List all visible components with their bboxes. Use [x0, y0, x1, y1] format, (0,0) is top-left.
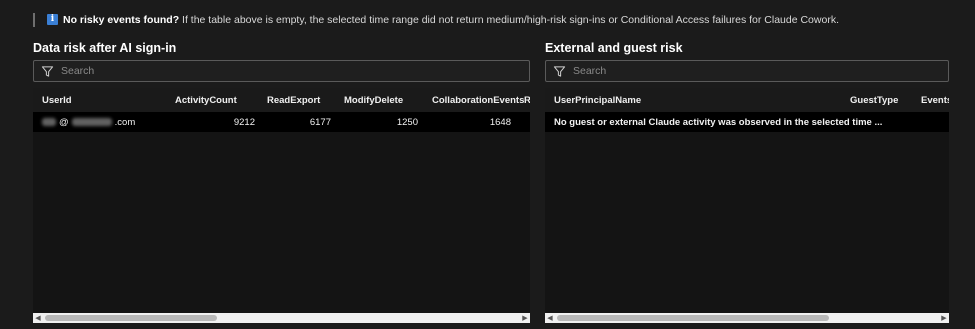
user-domain-suffix: .com	[114, 116, 136, 128]
horizontal-scrollbar[interactable]: ◀ ▶	[545, 313, 949, 323]
cell-userid: @ .com	[42, 112, 135, 132]
data-risk-grid: UserId ActivityCount ReadExport ModifyDe…	[33, 88, 530, 323]
banner-text: No risky events found? If the table abov…	[63, 14, 839, 26]
search-box[interactable]	[33, 60, 530, 82]
grid-header: UserId ActivityCount ReadExport ModifyDe…	[33, 88, 530, 112]
info-icon: i	[47, 14, 58, 25]
cell-readexport: 6177	[309, 116, 331, 128]
scroll-left-icon[interactable]: ◀	[33, 313, 43, 323]
info-banner: i No risky events found? If the table ab…	[33, 9, 973, 30]
panel-title: External and guest risk	[545, 41, 683, 55]
column-header-modifydelete[interactable]: ModifyDelete	[344, 88, 403, 112]
search-input[interactable]	[61, 65, 501, 77]
scroll-right-icon[interactable]: ▶	[939, 313, 949, 323]
table-row[interactable]: @ .com 9212 6177 1250 1648	[33, 112, 530, 132]
panel-title: Data risk after AI sign-in	[33, 41, 177, 55]
column-header-truncated[interactable]: R	[524, 88, 530, 112]
banner-accent-bar	[33, 12, 35, 27]
search-input[interactable]	[573, 65, 929, 77]
user-at-sign: @	[59, 116, 69, 128]
external-guest-grid: UserPrincipalName GuestType Events No gu…	[545, 88, 949, 323]
empty-state-message: No guest or external Claude activity was…	[554, 116, 883, 128]
column-header-userprincipalname[interactable]: UserPrincipalName	[554, 88, 641, 112]
scroll-left-icon[interactable]: ◀	[545, 313, 555, 323]
external-guest-risk-panel: External and guest risk UserPrincipalNam…	[545, 38, 949, 323]
column-header-events[interactable]: Events	[921, 88, 949, 112]
banner-body-text: If the table above is empty, the selecte…	[179, 13, 839, 26]
filter-icon	[41, 65, 54, 77]
column-header-guesttype[interactable]: GuestType	[850, 88, 898, 112]
column-header-readexport[interactable]: ReadExport	[267, 88, 320, 112]
scroll-right-icon[interactable]: ▶	[520, 313, 530, 323]
scrollbar-track[interactable]	[555, 313, 939, 323]
redacted-text	[71, 118, 112, 126]
search-box[interactable]	[545, 60, 949, 82]
horizontal-scrollbar[interactable]: ◀ ▶	[33, 313, 530, 323]
column-header-userid[interactable]: UserId	[42, 88, 72, 112]
column-header-activitycount[interactable]: ActivityCount	[175, 88, 237, 112]
scrollbar-thumb[interactable]	[557, 315, 829, 321]
grid-header: UserPrincipalName GuestType Events	[545, 88, 949, 112]
column-header-collaborationevents[interactable]: CollaborationEvents	[432, 88, 524, 112]
filter-icon	[553, 65, 566, 77]
cell-collaborationevents: 1648	[489, 116, 511, 128]
scrollbar-thumb[interactable]	[45, 315, 217, 321]
data-risk-panel: Data risk after AI sign-in UserId Activi…	[33, 38, 530, 323]
cell-activitycount: 9212	[233, 116, 255, 128]
redacted-text	[42, 118, 56, 126]
scrollbar-track[interactable]	[43, 313, 520, 323]
table-row: No guest or external Claude activity was…	[545, 112, 949, 132]
banner-bold-text: No risky events found?	[63, 13, 180, 26]
cell-modifydelete: 1250	[396, 116, 418, 128]
